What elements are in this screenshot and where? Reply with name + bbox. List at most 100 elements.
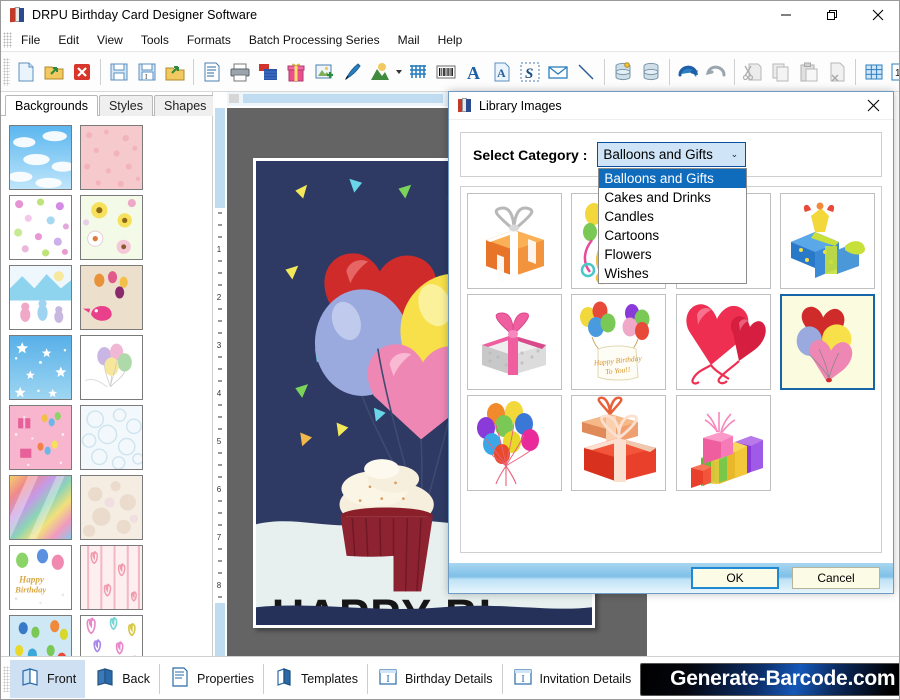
background-clouds[interactable] [9,125,72,190]
background-bubbles[interactable] [80,405,144,470]
cancel-button[interactable]: Cancel [792,567,880,589]
background-pastel-balloons[interactable] [80,335,144,400]
actual-size-icon[interactable]: 1:1 [888,57,899,87]
background-stars[interactable] [9,335,72,400]
barcode-icon[interactable] [432,57,460,87]
line-tool-icon[interactable] [572,57,600,87]
bottom-item-back[interactable]: Back [85,660,159,698]
colorful-balloon-bunch[interactable] [467,395,562,491]
close-icon[interactable] [853,92,893,120]
grid-icon[interactable] [860,57,888,87]
close-icon[interactable] [855,1,899,29]
blue-gift-boxes[interactable] [780,193,876,289]
red-gift-boxes[interactable] [571,395,667,491]
undo-icon[interactable] [674,57,702,87]
background-happy-birthday[interactable]: Happy Birthday [9,545,72,610]
chevron-down-icon[interactable]: ⌄ [723,149,745,160]
menu-item-help[interactable]: Help [429,31,472,49]
gift-library-icon[interactable] [282,57,310,87]
category-option-cakes-and-drinks[interactable]: Cakes and Drinks [599,188,746,207]
bottom-item-birthday-details[interactable]: I Birthday Details [368,660,502,698]
maximize-icon[interactable] [809,1,855,29]
close-document-icon[interactable] [68,57,96,87]
background-sky-balloons[interactable] [9,615,72,656]
print-icon[interactable] [226,57,254,87]
minimize-icon[interactable] [763,1,809,29]
bottom-bar-grip[interactable] [3,666,10,692]
red-heart-balloons[interactable] [675,294,771,390]
redo-icon[interactable] [702,57,730,87]
paste-icon[interactable] [795,57,823,87]
cut-icon[interactable] [739,57,767,87]
background-bird-balloons[interactable] [80,265,144,330]
new-document-icon[interactable] [12,57,40,87]
category-option-candles[interactable]: Candles [599,207,746,226]
vertical-scrollbar[interactable]: 1 2 3 4 5 6 7 8 [213,108,227,656]
open-folder-icon[interactable] [40,57,68,87]
save-icon[interactable] [105,57,133,87]
insert-image-icon[interactable] [310,57,338,87]
category-option-flowers[interactable]: Flowers [599,245,746,264]
bottom-item-templates[interactable]: Templates [264,660,367,698]
background-butterflies[interactable] [9,195,72,260]
background-outline-hearts[interactable] [80,615,144,656]
menu-grip[interactable] [3,32,12,48]
background-rainbow[interactable] [9,475,72,540]
background-daisies[interactable] [80,195,144,260]
assorted-gift-boxes[interactable] [675,395,771,491]
save-as-icon[interactable]: I [133,57,161,87]
background-color-icon[interactable] [254,57,282,87]
menu-bar: File Edit View Tools Formats Batch Proce… [1,29,899,52]
database-icon[interactable] [637,57,665,87]
toolbar-separator [193,58,194,85]
delete-icon[interactable] [823,57,851,87]
window-controls [763,1,899,29]
menu-item-tools[interactable]: Tools [132,31,178,49]
category-combobox[interactable]: Balloons and Gifts ⌄ Balloons and Gifts … [597,142,748,284]
text-page-icon[interactable]: A [488,57,516,87]
silver-pink-gift[interactable] [467,294,562,390]
copy-icon[interactable] [767,57,795,87]
text-tool-icon[interactable]: A [460,57,488,87]
toolbar-grip[interactable] [3,57,10,86]
menu-item-view[interactable]: View [88,31,132,49]
card-back-icon [94,666,116,693]
print-preview-icon[interactable] [198,57,226,87]
tab-styles[interactable]: Styles [98,95,154,116]
orange-gift-box[interactable] [467,193,562,289]
bottom-item-invitation-details[interactable]: I Invitation Details [503,660,641,698]
menu-item-file[interactable]: File [12,31,49,49]
category-option-balloons-and-gifts[interactable]: Balloons and Gifts [599,169,747,188]
tab-backgrounds[interactable]: Backgrounds [5,95,98,116]
mail-icon[interactable] [544,57,572,87]
bottom-item-properties[interactable]: Properties [160,660,263,698]
category-option-wishes[interactable]: Wishes [599,264,746,283]
balloons-banner[interactable]: Happy Birthday To You!! [571,294,667,390]
background-pink-hearts[interactable] [80,125,144,190]
background-pink-party[interactable] [9,405,72,470]
brand-text: Generate-Barcode.com [670,667,896,690]
category-option-cartoons[interactable]: Cartoons [599,226,746,245]
background-beige-floral[interactable] [80,475,144,540]
pastel-heart-balloons[interactable] [780,294,876,390]
svg-text:Happy: Happy [18,575,45,585]
picture-dropdown-arrow-icon[interactable] [394,57,404,87]
category-dropdown-list[interactable]: Balloons and Gifts Cakes and Drinks Cand… [598,168,748,284]
menu-item-formats[interactable]: Formats [178,31,240,49]
background-pink-stripes[interactable] [80,545,144,610]
tab-shapes[interactable]: Shapes [154,95,217,116]
category-selector-box: Select Category : Balloons and Gifts ⌄ B… [460,132,882,284]
background-thumbnail-grid[interactable]: Happy Birthday [1,119,212,656]
bottom-item-front[interactable]: Front [10,660,86,698]
signature-icon[interactable]: S [516,57,544,87]
menu-item-batch-processing-series[interactable]: Batch Processing Series [240,31,389,49]
barcode-ribbon-icon[interactable] [404,57,432,87]
export-folder-icon[interactable] [161,57,189,87]
picture-tool-icon[interactable] [366,57,394,87]
database-add-icon[interactable] [609,57,637,87]
menu-item-mail[interactable]: Mail [389,31,429,49]
background-winter-scene[interactable] [9,265,72,330]
ok-button[interactable]: OK [691,567,779,589]
pen-tool-icon[interactable] [338,57,366,87]
menu-item-edit[interactable]: Edit [49,31,88,49]
